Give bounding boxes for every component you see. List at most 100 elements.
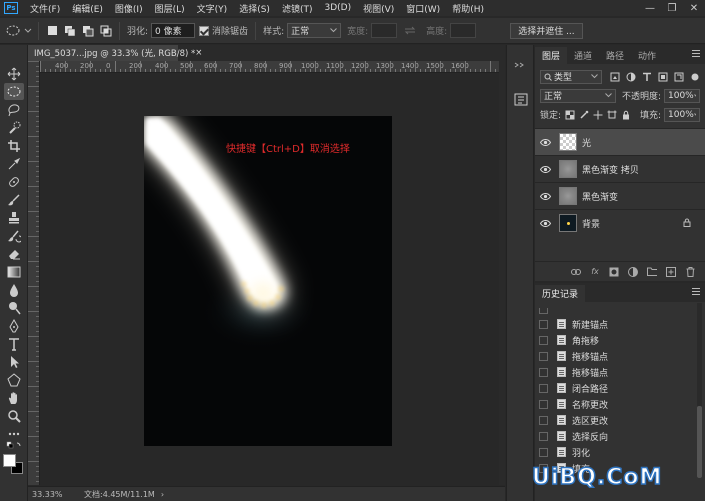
delete-layer-icon[interactable]: [685, 266, 695, 277]
path-selection-tool-icon[interactable]: [4, 353, 24, 370]
history-item[interactable]: 选区更改: [535, 412, 705, 428]
antialias-checkbox[interactable]: [199, 25, 210, 36]
type-tool-icon[interactable]: [4, 335, 24, 352]
filter-adjustment-icon[interactable]: [626, 72, 636, 82]
elliptical-marquee-tool-icon[interactable]: [4, 83, 24, 100]
history-checkbox[interactable]: [539, 399, 548, 409]
layer-row[interactable]: 黑色渐变 拷贝: [535, 155, 705, 182]
history-checkbox[interactable]: [539, 367, 548, 377]
intersect-selection-icon[interactable]: [99, 24, 113, 38]
panel-menu-icon[interactable]: [692, 50, 700, 58]
edit-toolbar-icon[interactable]: [4, 425, 24, 442]
new-selection-icon[interactable]: [45, 24, 59, 38]
chevron-right-icon[interactable]: ›: [161, 490, 164, 499]
lock-image-pixels-icon[interactable]: [578, 109, 590, 121]
filter-smart-object-icon[interactable]: [674, 72, 684, 82]
filter-type-icon[interactable]: [642, 72, 652, 82]
hand-tool-icon[interactable]: [4, 389, 24, 406]
menu-filter[interactable]: 滤镜(T): [276, 2, 319, 15]
history-item[interactable]: 拖移锚点: [535, 348, 705, 364]
menu-edit[interactable]: 编辑(E): [66, 2, 109, 15]
restore-button[interactable]: ❐: [661, 0, 683, 16]
menu-3d[interactable]: 3D(D): [318, 3, 357, 13]
history-item-partial[interactable]: [535, 306, 705, 316]
quick-selection-tool-icon[interactable]: [4, 119, 24, 136]
swap-width-height-icon[interactable]: [403, 24, 417, 38]
style-select[interactable]: 正常: [287, 23, 342, 38]
move-tool-icon[interactable]: [4, 65, 24, 82]
lasso-tool-icon[interactable]: [4, 101, 24, 118]
height-input[interactable]: [450, 23, 477, 38]
filter-toggle-icon[interactable]: [690, 72, 700, 82]
canvas-workspace[interactable]: 快捷键【Ctrl+D】取消选择: [40, 74, 499, 485]
history-checkbox[interactable]: [539, 351, 548, 361]
add-mask-icon[interactable]: [609, 267, 619, 277]
collapse-panels-icon[interactable]: [514, 61, 528, 71]
canvas-scrollbar[interactable]: [499, 61, 505, 485]
visibility-eye-icon[interactable]: [535, 219, 555, 227]
history-item[interactable]: 拖移锚点: [535, 364, 705, 380]
crop-tool-icon[interactable]: [4, 137, 24, 154]
history-item[interactable]: 闭合路径: [535, 380, 705, 396]
history-checkbox[interactable]: [539, 308, 548, 314]
chevron-down-icon[interactable]: [24, 24, 32, 38]
eraser-tool-icon[interactable]: [4, 245, 24, 262]
lock-transparent-icon[interactable]: [564, 109, 576, 121]
menu-type[interactable]: 文字(Y): [191, 2, 234, 15]
history-panel-icon[interactable]: [514, 93, 528, 109]
menu-view[interactable]: 视图(V): [357, 2, 400, 15]
new-group-icon[interactable]: [647, 267, 657, 277]
link-layers-icon[interactable]: [571, 267, 581, 277]
eyedropper-tool-icon[interactable]: [4, 155, 24, 172]
menu-file[interactable]: 文件(F): [24, 2, 66, 15]
history-scrollbar-thumb[interactable]: [697, 406, 702, 478]
menu-help[interactable]: 帮助(H): [446, 2, 490, 15]
lock-artboard-icon[interactable]: [606, 109, 618, 121]
tab-channels[interactable]: 通道: [567, 47, 599, 64]
visibility-eye-icon[interactable]: [535, 165, 555, 173]
adjustment-layer-icon[interactable]: [628, 266, 638, 277]
document-canvas[interactable]: 快捷键【Ctrl+D】取消选择: [144, 116, 392, 446]
subtract-from-selection-icon[interactable]: [81, 24, 95, 38]
history-checkbox[interactable]: [539, 415, 548, 425]
tab-paths[interactable]: 路径: [599, 47, 631, 64]
pen-tool-icon[interactable]: [4, 317, 24, 334]
new-layer-icon[interactable]: [666, 266, 676, 277]
foreground-color-swatch[interactable]: [3, 454, 16, 467]
history-brush-tool-icon[interactable]: [4, 227, 24, 244]
history-item[interactable]: 新建锚点: [535, 316, 705, 332]
color-swatches[interactable]: [2, 453, 26, 475]
close-tab-icon[interactable]: ×: [195, 48, 202, 58]
lock-position-icon[interactable]: [592, 109, 604, 121]
clone-stamp-tool-icon[interactable]: [4, 209, 24, 226]
zoom-level[interactable]: 33.33%: [28, 490, 78, 499]
lock-all-icon[interactable]: [620, 109, 632, 121]
add-to-selection-icon[interactable]: [63, 24, 77, 38]
history-checkbox[interactable]: [539, 447, 548, 457]
gradient-tool-icon[interactable]: [4, 263, 24, 280]
dodge-tool-icon[interactable]: [4, 299, 24, 316]
zoom-tool-icon[interactable]: [4, 407, 24, 424]
elliptical-marquee-preset-icon[interactable]: [6, 24, 20, 38]
default-colors-icon[interactable]: [4, 441, 24, 451]
width-input[interactable]: [371, 23, 398, 38]
menu-image[interactable]: 图像(I): [109, 2, 149, 15]
brush-tool-icon[interactable]: [4, 191, 24, 208]
blend-mode-select[interactable]: 正常: [540, 88, 616, 103]
history-checkbox[interactable]: [539, 319, 548, 329]
tab-layers[interactable]: 图层: [535, 47, 568, 64]
close-window-button[interactable]: ✕: [683, 0, 705, 16]
visibility-eye-icon[interactable]: [535, 138, 555, 146]
tab-actions[interactable]: 动作: [631, 47, 663, 64]
select-and-mask-button[interactable]: 选择并遮住 ...: [510, 22, 583, 39]
blur-tool-icon[interactable]: [4, 281, 24, 298]
history-checkbox[interactable]: [539, 431, 548, 441]
layer-style-fx-icon[interactable]: fx: [590, 267, 600, 277]
history-checkbox[interactable]: [539, 383, 548, 393]
menu-select[interactable]: 选择(S): [233, 2, 276, 15]
menu-window[interactable]: 窗口(W): [400, 2, 446, 15]
layer-row[interactable]: 黑色渐变: [535, 182, 705, 209]
history-item[interactable]: 选择反向: [535, 428, 705, 444]
tab-history[interactable]: 历史记录: [535, 285, 586, 302]
layer-row[interactable]: 光: [535, 128, 705, 155]
